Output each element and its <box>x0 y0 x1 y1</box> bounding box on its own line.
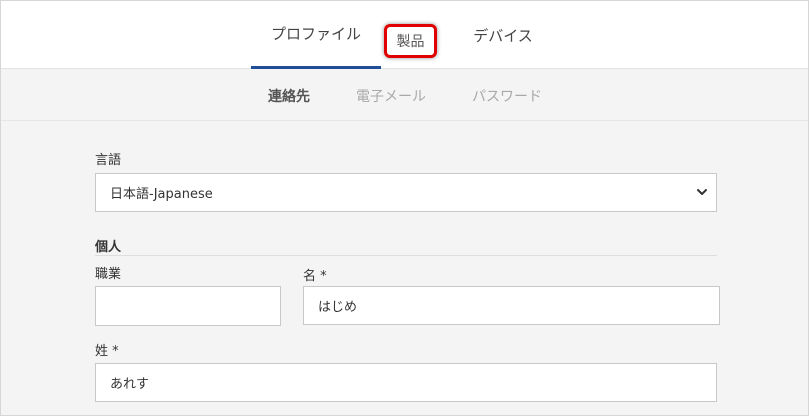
tab-products-highlight[interactable]: 製品 <box>384 24 437 58</box>
language-select-value: 日本語-Japanese <box>110 187 213 202</box>
tab-products-label: 製品 <box>396 34 425 50</box>
last-name-field[interactable]: あれす <box>95 363 717 402</box>
sub-tab-bar: 連絡先 電子メール パスワード <box>1 70 808 121</box>
first-name-value: はじめ <box>318 300 358 315</box>
personal-section-title: 個人 <box>95 240 122 255</box>
subtab-password[interactable]: パスワード <box>472 70 542 121</box>
chevron-down-icon <box>697 189 707 195</box>
last-name-label: 姓 * <box>95 344 119 359</box>
subtab-contact[interactable]: 連絡先 <box>268 70 310 121</box>
subtab-email[interactable]: 電子メール <box>356 70 426 121</box>
tab-devices[interactable]: デバイス <box>463 1 543 69</box>
language-select[interactable]: 日本語-Japanese <box>95 173 717 212</box>
first-name-field[interactable]: はじめ <box>303 286 720 325</box>
last-name-value: あれす <box>110 377 150 392</box>
occupation-label: 職業 <box>95 267 122 282</box>
occupation-field[interactable] <box>95 286 281 326</box>
tab-profile[interactable]: プロファイル <box>251 1 381 69</box>
section-divider <box>95 255 717 256</box>
language-label: 言語 <box>95 153 122 168</box>
first-name-label: 名 * <box>303 269 327 284</box>
